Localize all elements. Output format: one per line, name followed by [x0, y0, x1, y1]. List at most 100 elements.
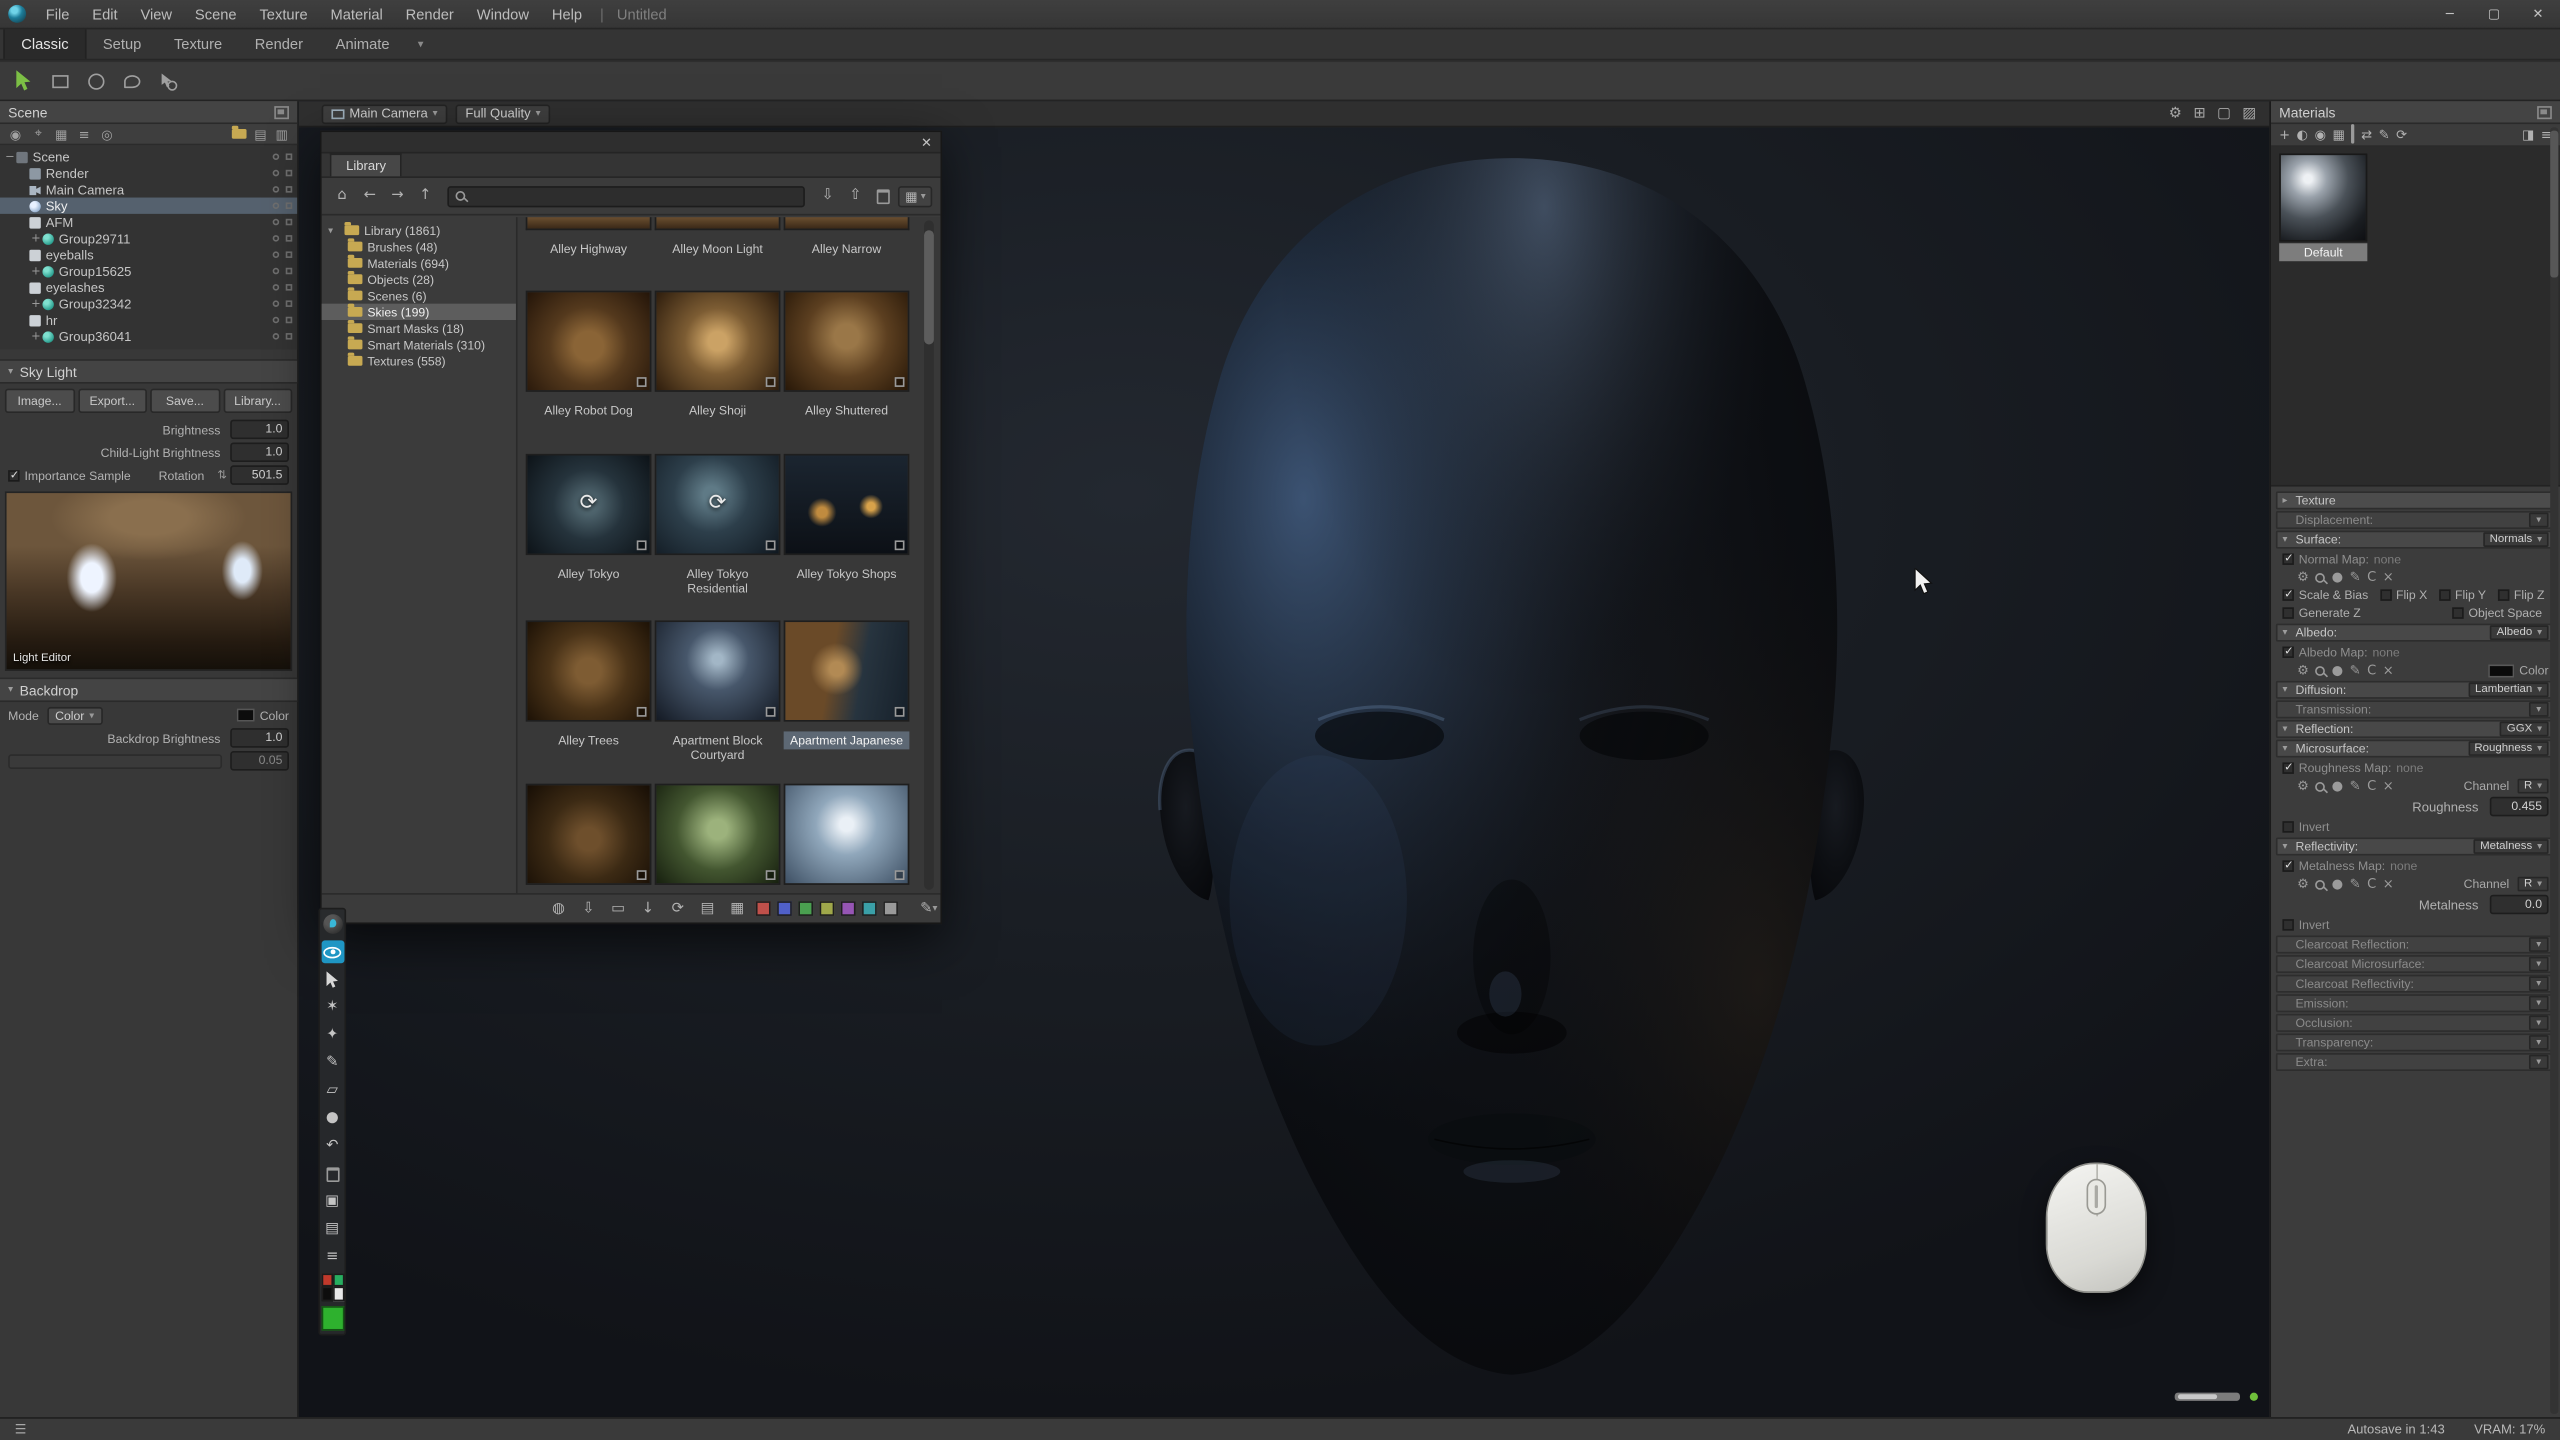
- swap-icon[interactable]: ⇄: [2361, 127, 2372, 142]
- edit-icon[interactable]: ✎: [2350, 779, 2361, 794]
- menu-texture[interactable]: Texture: [248, 0, 319, 28]
- viewport-mini-slider[interactable]: [2175, 1393, 2240, 1401]
- scrollbar-thumb[interactable]: [924, 230, 934, 344]
- section-select[interactable]: ▾: [2529, 702, 2549, 717]
- thumbnail-image[interactable]: [526, 620, 652, 721]
- section-clearcoat-reflection[interactable]: Clearcoat Reflection:▾: [2276, 936, 2555, 954]
- filter-blue-swatch[interactable]: [777, 901, 792, 916]
- roughness-map-checkbox[interactable]: [2282, 762, 2293, 773]
- magnifier-icon[interactable]: [2315, 781, 2325, 791]
- tree-item-hr[interactable]: hr: [0, 312, 297, 328]
- clear-icon[interactable]: C: [2367, 570, 2376, 585]
- material-thumbnail[interactable]: [2279, 153, 2367, 241]
- head-render[interactable]: [1123, 142, 1900, 1384]
- droplet-icon[interactable]: ●: [2332, 877, 2343, 892]
- sky-apply-icon[interactable]: ◍: [547, 897, 570, 920]
- gear-icon[interactable]: ⚙: [2297, 663, 2309, 678]
- forward-icon[interactable]: →: [385, 184, 409, 207]
- gear-icon[interactable]: ⚙: [2297, 570, 2309, 585]
- tab-setup[interactable]: Setup: [87, 29, 158, 58]
- tree-item-sky[interactable]: Sky: [0, 198, 297, 214]
- gear-icon[interactable]: ⚙: [2297, 877, 2309, 892]
- filter-icon[interactable]: ◨: [2522, 127, 2534, 142]
- roughness-input[interactable]: 0.455: [2490, 797, 2549, 817]
- thumbnail-image[interactable]: [526, 784, 652, 885]
- collapse-arrow-icon[interactable]: ▾: [2282, 841, 2295, 852]
- save-button[interactable]: Save...: [150, 389, 219, 413]
- folder-brushes[interactable]: Brushes (48): [322, 238, 516, 254]
- ellipse-select-icon[interactable]: [83, 69, 107, 93]
- section-extra[interactable]: Extra:▾: [2276, 1053, 2555, 1071]
- child-brightness-input[interactable]: 1.0: [230, 442, 289, 462]
- section-occlusion[interactable]: Occlusion:▾: [2276, 1014, 2555, 1032]
- library-thumbnail[interactable]: [655, 784, 781, 885]
- library-thumbnail[interactable]: Alley Moon Light: [655, 217, 781, 258]
- camera-select[interactable]: Main Camera ▾: [322, 104, 448, 124]
- section-transmission[interactable]: Transmission: ▾: [2276, 700, 2555, 718]
- tab-texture[interactable]: Texture: [158, 29, 239, 58]
- folder-smart-materials[interactable]: Smart Materials (310): [322, 336, 516, 352]
- render-view-icon[interactable]: ▨: [2242, 105, 2256, 121]
- tree-item-afm[interactable]: AFM: [0, 214, 297, 230]
- filter-purple-swatch[interactable]: [840, 901, 855, 916]
- menu-file[interactable]: File: [34, 0, 81, 28]
- section-transparency[interactable]: Transparency:▾: [2276, 1033, 2555, 1051]
- stamp-tool-icon[interactable]: ▣: [321, 1190, 344, 1213]
- delete-icon[interactable]: [871, 184, 895, 207]
- thumbnail-image[interactable]: ⟳: [526, 454, 652, 555]
- sky-preview[interactable]: Light Editor: [5, 491, 292, 671]
- visibility-icon[interactable]: [286, 219, 293, 226]
- thumbnail-checkbox[interactable]: [766, 540, 776, 550]
- grid-view-icon[interactable]: ▦: [2333, 127, 2345, 142]
- thumbnail-checkbox[interactable]: [637, 870, 647, 880]
- visibility-icon[interactable]: [286, 235, 293, 242]
- library-thumbnail[interactable]: Alley Narrow: [784, 217, 910, 258]
- list-view-icon[interactable]: ▤: [696, 897, 719, 920]
- clear-icon[interactable]: C: [2367, 877, 2376, 892]
- thumbnail-image[interactable]: ⟳: [655, 454, 781, 555]
- visibility-icon[interactable]: [286, 268, 293, 275]
- green-swatch[interactable]: [332, 1273, 343, 1286]
- trash-icon[interactable]: [2351, 127, 2354, 142]
- add-material-icon[interactable]: +: [2279, 127, 2290, 142]
- invert-checkbox[interactable]: [2282, 919, 2293, 930]
- dot-tool-icon[interactable]: ●: [321, 1107, 344, 1130]
- section-displacement[interactable]: Displacement: ▾: [2276, 511, 2555, 529]
- library-close-button[interactable]: ✕: [918, 134, 936, 152]
- visibility-icon[interactable]: [286, 300, 293, 307]
- menu-material[interactable]: Material: [319, 0, 394, 28]
- visibility-icon[interactable]: [286, 317, 293, 324]
- visibility-tool-icon[interactable]: [321, 940, 344, 963]
- visibility-icon[interactable]: [286, 186, 293, 193]
- app-tool-logo-icon[interactable]: [321, 913, 344, 936]
- thumbnail-checkbox[interactable]: [766, 870, 776, 880]
- section-select[interactable]: ▾: [2529, 1055, 2549, 1070]
- maximize-button[interactable]: ▢: [2472, 0, 2516, 28]
- image-button[interactable]: Image...: [5, 389, 74, 413]
- close-button[interactable]: ✕: [2516, 0, 2560, 28]
- collapse-arrow-icon[interactable]: ▾: [8, 366, 13, 377]
- clipboard-icon[interactable]: ≡: [321, 1246, 344, 1269]
- section-select[interactable]: ▾: [2529, 513, 2549, 528]
- section-surface[interactable]: ▾ Surface: Normals▾: [2276, 531, 2555, 549]
- lock-icon[interactable]: [273, 317, 280, 324]
- thumbnail-checkbox[interactable]: [637, 377, 647, 387]
- black-swatch[interactable]: [321, 1287, 332, 1302]
- tree-item-eyelashes[interactable]: eyelashes: [0, 279, 297, 295]
- object-space-checkbox[interactable]: [2452, 607, 2463, 618]
- thumbnail-checkbox[interactable]: [637, 707, 647, 717]
- albedo-type-select[interactable]: Albedo▾: [2490, 625, 2548, 640]
- microsurface-type-select[interactable]: Roughness▾: [2468, 741, 2549, 756]
- materials-scrollbar[interactable]: [2550, 127, 2558, 1414]
- menu-render[interactable]: Render: [394, 0, 465, 28]
- normal-map-checkbox[interactable]: [2282, 553, 2293, 564]
- thumbnail-image[interactable]: [526, 291, 652, 392]
- library-thumbnail[interactable]: ⟳ Alley Tokyo Residential: [655, 454, 781, 599]
- maximize-viewport-icon[interactable]: ▢: [2217, 105, 2231, 121]
- section-texture[interactable]: ▸ Texture: [2276, 491, 2555, 509]
- import-icon[interactable]: ⇩: [815, 184, 839, 207]
- tab-classic[interactable]: Classic: [3, 29, 86, 58]
- refresh-icon[interactable]: ⟳: [2396, 127, 2407, 142]
- folder-skies[interactable]: Skies (199): [322, 304, 516, 320]
- refresh-icon[interactable]: ⟳: [666, 897, 689, 920]
